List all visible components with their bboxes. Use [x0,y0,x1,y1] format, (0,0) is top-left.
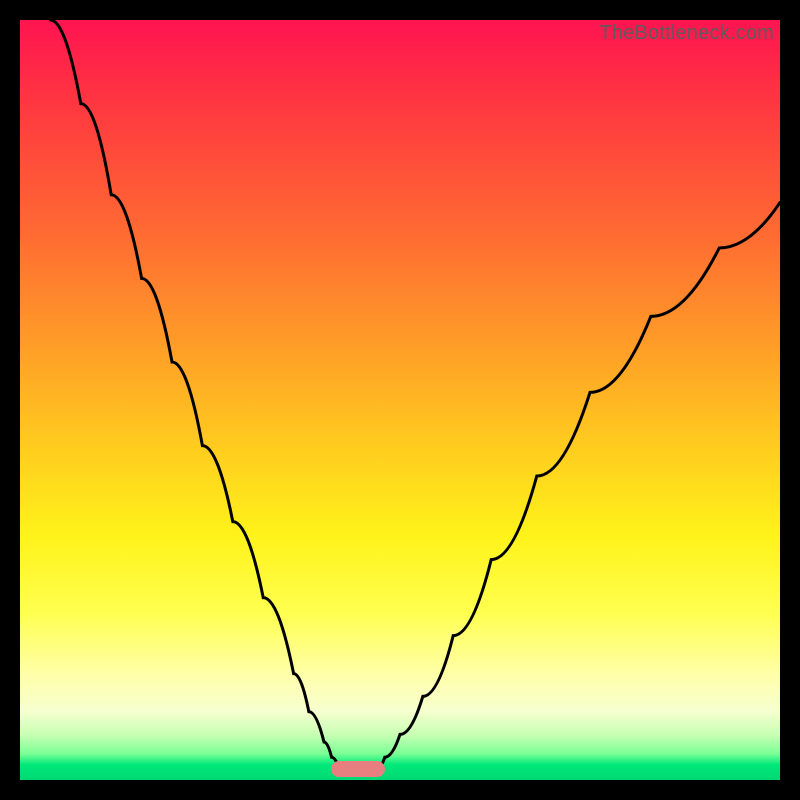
plot-area: TheBottleneck.com [20,20,780,780]
chart-frame: TheBottleneck.com [20,20,780,780]
bottleneck-curve [20,20,780,780]
optimal-marker [331,761,385,777]
watermark-text: TheBottleneck.com [599,22,774,45]
